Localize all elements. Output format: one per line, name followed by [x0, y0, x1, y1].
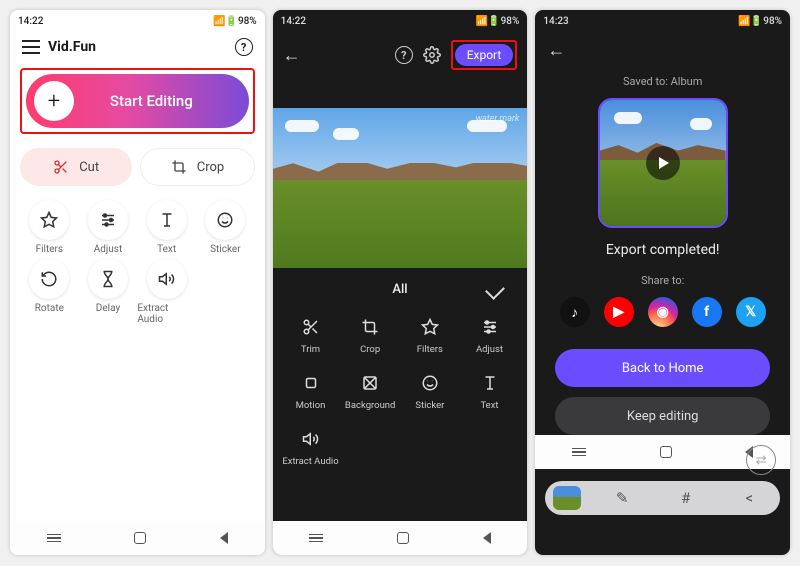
share-facebook-button[interactable]: f	[692, 297, 722, 327]
screen-editor: 14:22 📶🔋98% ← ? Export water mark All	[273, 10, 528, 555]
star-icon	[418, 315, 442, 339]
tool-delay[interactable]: Delay	[79, 259, 138, 325]
plus-icon: +	[34, 81, 74, 121]
home-header: Vid.Fun ?	[10, 32, 265, 62]
nav-recent-icon[interactable]	[47, 534, 61, 543]
tool-background[interactable]: Background	[340, 371, 400, 411]
export-button[interactable]: Export	[455, 44, 514, 66]
screen-home: 14:22 📶🔋 98% Vid.Fun ? + Start Editing	[10, 10, 265, 555]
smile-icon	[205, 200, 245, 240]
sliders-icon	[478, 315, 502, 339]
status-bar: 14:22 📶🔋98%	[273, 10, 528, 32]
highlight-start-editing: + Start Editing	[20, 68, 255, 134]
category-all-tab[interactable]: All	[313, 282, 488, 297]
nav-recent-icon[interactable]	[309, 534, 323, 543]
status-battery: 98%	[238, 16, 257, 27]
android-nav-bar	[273, 521, 528, 555]
tool-extract-audio[interactable]: Extract Audio	[137, 259, 196, 325]
nav-home-icon[interactable]	[660, 446, 672, 458]
trim-icon	[299, 315, 323, 339]
tool-adjust[interactable]: Adjust	[79, 200, 138, 255]
share-youtube-button[interactable]: ▶	[604, 297, 634, 327]
watermark: water mark	[476, 114, 520, 124]
sliders-icon	[88, 200, 128, 240]
export-thumbnail[interactable]	[598, 98, 728, 228]
help-icon[interactable]: ?	[395, 46, 413, 64]
share-icon[interactable]: <	[726, 489, 772, 507]
back-icon[interactable]: ←	[547, 40, 565, 61]
android-nav-bar	[10, 521, 265, 555]
share-twitter-button[interactable]: 𝕏	[736, 297, 766, 327]
share-instagram-button[interactable]: ◉	[648, 297, 678, 327]
check-icon[interactable]	[485, 280, 505, 300]
status-time: 14:23	[543, 16, 568, 27]
text-icon	[147, 200, 187, 240]
hash-icon[interactable]: #	[663, 489, 709, 507]
nav-back-icon[interactable]	[483, 532, 491, 544]
app-title: Vid.Fun	[48, 39, 96, 55]
start-editing-button[interactable]: + Start Editing	[26, 74, 249, 128]
back-icon[interactable]: ←	[283, 45, 301, 66]
share-tiktok-button[interactable]: ♪	[560, 297, 590, 327]
text-icon	[478, 371, 502, 395]
smile-icon	[418, 371, 442, 395]
tool-text[interactable]: Text	[460, 371, 520, 411]
bottom-action-bar: ✎ # <	[545, 481, 780, 515]
share-to-label: Share to:	[535, 274, 790, 287]
tool-filters[interactable]: Filters	[20, 200, 79, 255]
highlight-export: Export	[451, 40, 518, 70]
tool-sticker[interactable]: Sticker	[196, 200, 255, 255]
status-time: 14:22	[18, 16, 43, 27]
nav-home-icon[interactable]	[397, 532, 409, 544]
status-bar: 14:22 📶🔋 98%	[10, 10, 265, 32]
crop-icon	[358, 315, 382, 339]
status-time: 14:22	[281, 16, 306, 27]
tool-text[interactable]: Text	[137, 200, 196, 255]
play-icon	[646, 146, 680, 180]
back-to-home-button[interactable]: Back to Home	[555, 349, 770, 387]
video-preview[interactable]: water mark	[273, 108, 528, 268]
tool-trim[interactable]: Trim	[281, 315, 341, 355]
scissors-icon	[53, 159, 69, 175]
cut-button[interactable]: Cut	[20, 148, 132, 186]
tool-crop[interactable]: Crop	[340, 315, 400, 355]
audio-icon	[299, 427, 323, 451]
rotate-icon	[29, 259, 69, 299]
tool-rotate[interactable]: Rotate	[20, 259, 79, 325]
nav-back-icon[interactable]	[220, 532, 228, 544]
screen-export-done: 14:23 📶🔋98% ← Saved to: Album Export com…	[535, 10, 790, 555]
keep-editing-button[interactable]: Keep editing	[555, 397, 770, 435]
status-bar: 14:23 📶🔋98%	[535, 10, 790, 32]
status-right: 📶🔋 98%	[213, 16, 257, 27]
crop-icon	[171, 159, 187, 175]
hourglass-icon	[88, 259, 128, 299]
thumbnail-mini-icon[interactable]	[553, 486, 581, 510]
tool-adjust[interactable]: Adjust	[460, 315, 520, 355]
edit-icon[interactable]: ✎	[599, 489, 645, 507]
tool-sticker[interactable]: Sticker	[400, 371, 460, 411]
help-icon[interactable]: ?	[235, 38, 253, 56]
menu-icon[interactable]	[22, 40, 40, 54]
saved-location-label: Saved to: Album	[535, 75, 790, 88]
tool-motion[interactable]: Motion	[281, 371, 341, 411]
translate-fab-icon[interactable]: ⇄	[746, 445, 776, 475]
audio-icon	[147, 259, 187, 299]
background-icon	[358, 371, 382, 395]
motion-icon	[299, 371, 323, 395]
nav-recent-icon[interactable]	[572, 448, 586, 457]
tool-extract-audio[interactable]: Extract Audio	[281, 427, 341, 467]
star-icon	[29, 200, 69, 240]
crop-button[interactable]: Crop	[140, 148, 254, 186]
gear-icon[interactable]	[423, 46, 441, 64]
tool-filters[interactable]: Filters	[400, 315, 460, 355]
export-status-label: Export completed!	[535, 242, 790, 258]
nav-home-icon[interactable]	[134, 532, 146, 544]
